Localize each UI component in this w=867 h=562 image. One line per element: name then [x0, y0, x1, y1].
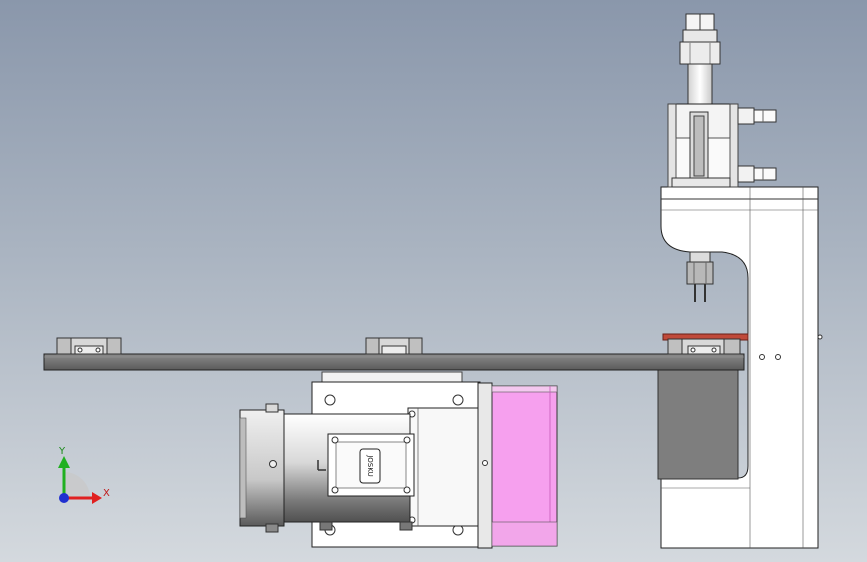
fixture-clamp-left: [56, 337, 122, 355]
fitting-nut: [679, 41, 721, 65]
axis-triad: Y X: [58, 446, 110, 504]
base-plate: [43, 353, 745, 371]
pneumatic-cylinder: [667, 13, 777, 188]
motor-end-cap: [239, 409, 285, 527]
gear-head: [407, 407, 479, 527]
axis-x-label: X: [103, 488, 110, 499]
air-port-lower: [737, 165, 755, 183]
fixture-clamp-right: [667, 338, 741, 355]
axis-y-label: Y: [58, 446, 66, 457]
frame-hole: [775, 354, 781, 360]
air-port-upper: [737, 107, 755, 125]
cad-drawing: JOSKU Y X: [43, 13, 823, 549]
cad-viewport[interactable]: JOSKU Y X: [0, 0, 867, 562]
press-tool: [686, 251, 714, 302]
frame-hole: [817, 334, 823, 340]
motor-terminal-box: JOSKU: [327, 433, 415, 497]
fixture-clamp-middle: [365, 337, 423, 355]
z-axis-dot: [59, 493, 69, 503]
support-block: [657, 366, 739, 480]
frame-hole: [759, 354, 765, 360]
piston-rod: [687, 63, 713, 105]
motor-badge-text: JOSKU: [366, 454, 374, 477]
